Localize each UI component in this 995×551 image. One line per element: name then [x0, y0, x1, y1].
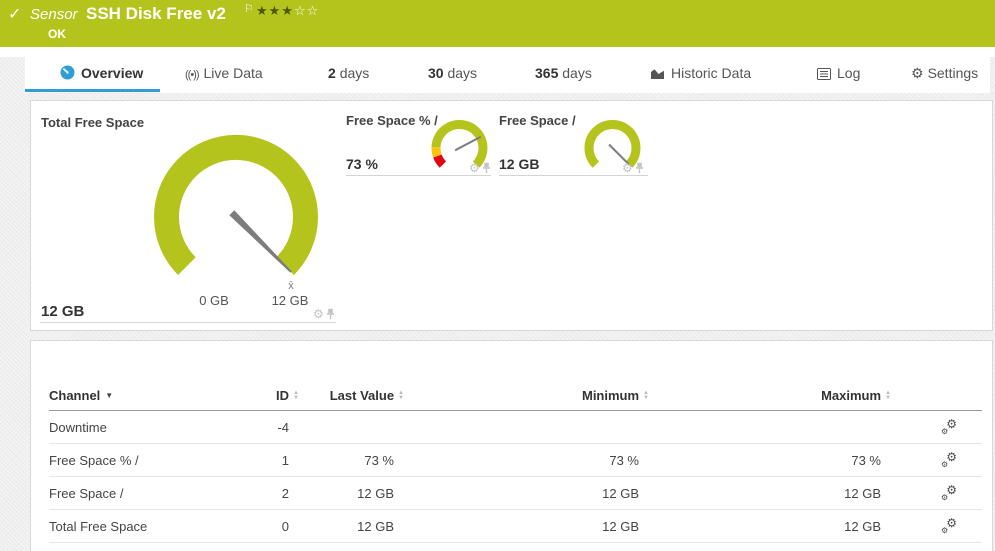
sort-icon: ▲▼	[885, 391, 891, 401]
pin-icon[interactable]	[635, 162, 644, 174]
channel-settings-icon[interactable]: ⚙⚙	[941, 419, 957, 435]
gauge-min-label: 0 GB	[199, 293, 229, 308]
col-header-id[interactable]: ID ▲▼	[259, 388, 299, 403]
tab-historic-data[interactable]: Historic Data	[650, 65, 751, 83]
tab-365-days[interactable]: 365 days	[535, 65, 592, 81]
table-header-row: Channel ▼ ID ▲▼ Last Value ▲▼ Minimum ▲▼…	[49, 381, 982, 411]
channel-settings-icon[interactable]: ⚙⚙	[941, 452, 957, 468]
area-chart-icon	[650, 67, 665, 83]
pin-icon[interactable]	[482, 162, 491, 174]
main-gauge: x̄ 0 GB 12 GB	[31, 101, 336, 321]
gear-icon[interactable]: ⚙	[622, 161, 633, 175]
channel-maximum: 73 %	[649, 453, 891, 468]
pct-gauge-needle	[455, 131, 481, 157]
tab-historic-label: Historic Data	[671, 65, 751, 81]
table-row: Free Space / 2 12 GB 12 GB 12 GB ⚙⚙	[49, 477, 982, 510]
main-gauge-needle	[229, 210, 291, 272]
tab-bar: Overview ((•)) Live Data 2 days 30 days 3…	[25, 57, 990, 93]
channel-name[interactable]: Free Space /	[49, 486, 259, 501]
log-list-icon	[817, 67, 831, 83]
channel-maximum: 12 GB	[649, 519, 891, 534]
gear-icon[interactable]: ⚙	[313, 307, 324, 321]
main-gauge-title: Total Free Space	[41, 115, 144, 130]
average-marker: x̄	[288, 280, 294, 292]
pct-gauge-value: 73 %	[346, 156, 378, 172]
gear-icon: ⚙	[911, 65, 924, 81]
channel-id: 0	[259, 519, 299, 534]
channel-table-panel: Channel ▼ ID ▲▼ Last Value ▲▼ Minimum ▲▼…	[30, 340, 993, 551]
channel-id: 2	[259, 486, 299, 501]
channel-minimum: 12 GB	[404, 486, 649, 501]
table-row: Downtime -4 ⚙⚙	[49, 411, 982, 444]
main-gauge-actions: ⚙	[313, 307, 335, 321]
gauge-max-label: 12 GB	[272, 293, 309, 308]
tab-overview[interactable]: Overview	[60, 65, 143, 83]
live-signal-icon: ((•))	[185, 69, 199, 81]
gear-icon[interactable]: ⚙	[469, 161, 480, 175]
channel-name[interactable]: Total Free Space	[49, 519, 259, 534]
tab-log[interactable]: Log	[817, 65, 860, 83]
channel-table: Channel ▼ ID ▲▼ Last Value ▲▼ Minimum ▲▼…	[49, 381, 982, 543]
sort-desc-icon: ▼	[105, 391, 113, 400]
col-header-channel[interactable]: Channel ▼	[49, 388, 259, 403]
channel-name[interactable]: Downtime	[49, 420, 259, 435]
flag-icon[interactable]: ⚐	[244, 2, 254, 15]
tab-2-days[interactable]: 2 days	[328, 65, 369, 81]
tile-divider	[346, 175, 491, 176]
abs-gauge-title: Free Space /	[499, 113, 576, 128]
col-header-last-value[interactable]: Last Value ▲▼	[299, 388, 404, 403]
tile-divider	[499, 175, 648, 176]
table-row: Free Space % / 1 73 % 73 % 73 % ⚙⚙	[49, 444, 982, 477]
channel-id: 1	[259, 453, 299, 468]
gauge-icon	[60, 65, 75, 83]
overview-panel: Total Free Space x̄ 0 GB 12 GB 12 GB ⚙ F…	[30, 100, 993, 331]
abs-gauge-actions: ⚙	[622, 161, 644, 175]
tab-live-data[interactable]: ((•)) Live Data	[185, 65, 263, 81]
active-tab-underline	[25, 89, 160, 92]
col-header-maximum[interactable]: Maximum ▲▼	[649, 388, 891, 403]
sensor-header: ✓ Sensor SSH Disk Free v2 ⚐ ★★★☆☆ OK	[0, 0, 995, 47]
sensor-status-badge: OK	[48, 27, 66, 41]
tab-log-label: Log	[837, 65, 860, 81]
tab-settings[interactable]: ⚙Settings	[911, 65, 978, 82]
channel-minimum: 12 GB	[404, 519, 649, 534]
sensor-title: SSH Disk Free v2	[86, 4, 226, 24]
table-row: Total Free Space 0 12 GB 12 GB 12 GB ⚙⚙	[49, 510, 982, 543]
main-gauge-value: 12 GB	[41, 303, 84, 320]
pct-gauge-actions: ⚙	[469, 161, 491, 175]
channel-settings-icon[interactable]: ⚙⚙	[941, 518, 957, 534]
tab-overview-label: Overview	[81, 65, 143, 81]
channel-last-value: 73 %	[299, 453, 404, 468]
tab-30-days[interactable]: 30 days	[428, 65, 477, 81]
header-divider	[0, 47, 995, 57]
pct-gauge-title: Free Space % /	[346, 113, 438, 128]
channel-last-value: 12 GB	[299, 519, 404, 534]
priority-stars[interactable]: ★★★☆☆	[256, 3, 319, 19]
sensor-kind-label: Sensor	[30, 6, 78, 23]
status-check-icon: ✓	[8, 4, 21, 24]
pin-icon[interactable]	[326, 308, 335, 320]
tab-live-data-label: Live Data	[204, 65, 263, 81]
channel-name[interactable]: Free Space % /	[49, 453, 259, 468]
channel-last-value: 12 GB	[299, 486, 404, 501]
channel-minimum: 73 %	[404, 453, 649, 468]
channel-id: -4	[259, 420, 299, 435]
tab-settings-label: Settings	[928, 65, 979, 81]
col-header-minimum[interactable]: Minimum ▲▼	[404, 388, 649, 403]
channel-maximum: 12 GB	[649, 486, 891, 501]
tile-divider	[40, 322, 336, 323]
abs-gauge-value: 12 GB	[499, 156, 539, 172]
channel-settings-icon[interactable]: ⚙⚙	[941, 485, 957, 501]
